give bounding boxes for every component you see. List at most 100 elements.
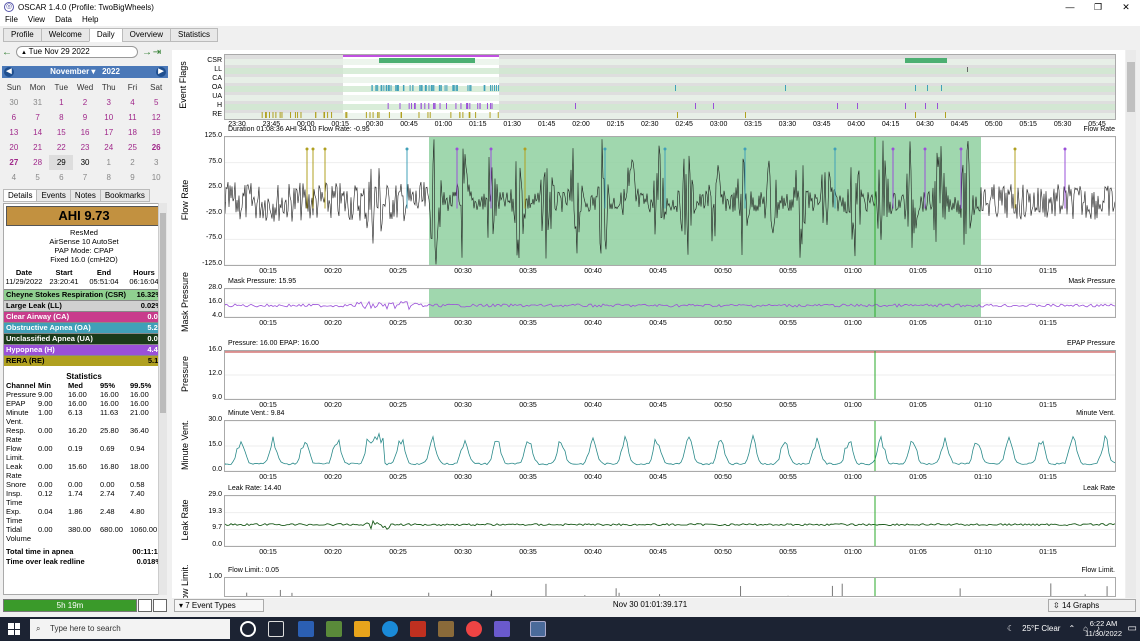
- calendar-day-selected[interactable]: 29: [49, 155, 74, 170]
- tab-notes[interactable]: Notes: [69, 189, 101, 202]
- calendar-day[interactable]: 19: [144, 125, 168, 140]
- calendar-day[interactable]: 22: [49, 140, 73, 155]
- windows-start-icon[interactable]: [8, 623, 20, 635]
- calendar-day[interactable]: 17: [97, 125, 121, 140]
- graphs-scrollbar[interactable]: [1126, 50, 1136, 598]
- event-summary-row[interactable]: Large Leak (LL) 0.02%: [4, 300, 164, 311]
- next-day-arrow-icon[interactable]: →: [142, 47, 152, 58]
- calendar-day[interactable]: 13: [2, 125, 26, 140]
- calendar-day[interactable]: 2: [73, 95, 97, 110]
- calendar-day[interactable]: 6: [2, 110, 26, 125]
- app-icon-6[interactable]: [438, 621, 454, 637]
- word-icon[interactable]: [298, 621, 314, 637]
- tab-welcome[interactable]: Welcome: [40, 28, 90, 42]
- calendar-day[interactable]: 28: [26, 155, 50, 170]
- calendar-month[interactable]: November: [50, 67, 89, 76]
- restore-icon[interactable]: ❐: [1084, 0, 1112, 14]
- next-month-icon[interactable]: ▶: [156, 67, 166, 77]
- calendar-day[interactable]: 4: [121, 95, 145, 110]
- layout-button-1[interactable]: [138, 599, 152, 612]
- calendar-year[interactable]: 2022: [102, 67, 120, 76]
- calendar-day[interactable]: 9: [121, 170, 145, 185]
- tab-statistics[interactable]: Statistics: [170, 28, 219, 42]
- prev-month-icon[interactable]: ◀: [4, 67, 14, 77]
- event-summary-row[interactable]: RERA (RE) 5.11: [4, 355, 164, 366]
- date-picker[interactable]: ▲ Tue Nov 29 2022: [16, 46, 138, 58]
- calendar-day[interactable]: 5: [26, 170, 50, 185]
- calendar-day[interactable]: 2: [121, 155, 145, 170]
- event-summary-row[interactable]: Unclassified Apnea (UA) 0.00: [4, 333, 164, 344]
- tab-details[interactable]: Details: [3, 189, 38, 202]
- minimize-icon[interactable]: —: [1056, 0, 1084, 14]
- taskbar-search[interactable]: ⌕ Type here to search: [30, 619, 230, 639]
- graph-plot[interactable]: [224, 420, 1116, 472]
- calendar-day[interactable]: 14: [26, 125, 50, 140]
- graphs-scroll-thumb[interactable]: [1127, 62, 1135, 112]
- app-icon-8[interactable]: [494, 621, 510, 637]
- event-summary-row[interactable]: Clear Airway (CA) 0.00: [4, 311, 164, 322]
- calendar-day[interactable]: 8: [97, 170, 121, 185]
- menu-help[interactable]: Help: [77, 14, 103, 26]
- tab-overview[interactable]: Overview: [121, 28, 172, 42]
- calendar-day[interactable]: 4: [2, 170, 26, 185]
- app-icon-3[interactable]: [354, 621, 370, 637]
- tray-chevron-icon[interactable]: ⌃: [1068, 617, 1075, 641]
- graph-plot[interactable]: [224, 288, 1116, 318]
- calendar-day[interactable]: 11: [121, 110, 145, 125]
- event-types-dropdown[interactable]: ▾ 7 Event Types: [174, 599, 264, 612]
- calendar-toggle-icon[interactable]: ▲: [21, 50, 29, 56]
- graph-plot[interactable]: [224, 350, 1116, 400]
- event-summary-row[interactable]: Obstructive Apnea (OA) 5.27: [4, 322, 164, 333]
- menu-file[interactable]: File: [0, 14, 23, 26]
- chrome-icon[interactable]: [466, 621, 482, 637]
- event-summary-row[interactable]: Cheyne Stokes Respiration (CSR) 16.32%: [4, 289, 164, 300]
- last-day-arrow-icon[interactable]: ⇥: [152, 47, 162, 58]
- calendar-day[interactable]: 26: [144, 140, 168, 155]
- calendar-day[interactable]: 12: [144, 110, 168, 125]
- calendar-day[interactable]: 10: [144, 170, 168, 185]
- left-scrollbar[interactable]: [158, 203, 167, 595]
- calendar-day[interactable]: 31: [26, 95, 50, 110]
- cortana-icon[interactable]: [240, 621, 256, 637]
- close-icon[interactable]: ✕: [1112, 0, 1140, 14]
- tab-profile[interactable]: Profile: [3, 28, 42, 42]
- calendar-day[interactable]: 21: [26, 140, 50, 155]
- graph-plot[interactable]: [224, 495, 1116, 547]
- calendar-day[interactable]: 8: [49, 110, 73, 125]
- app-icon-5[interactable]: [410, 621, 426, 637]
- calendar-day[interactable]: 23: [73, 140, 97, 155]
- calendar-day[interactable]: 27: [2, 155, 26, 170]
- oscar-taskbar-icon[interactable]: [530, 621, 546, 637]
- edge-icon[interactable]: [382, 621, 398, 637]
- calendar-day[interactable]: 5: [144, 95, 168, 110]
- notification-icon[interactable]: ▭: [1128, 623, 1137, 634]
- calendar-day[interactable]: 7: [26, 110, 50, 125]
- calendar-day[interactable]: 1: [97, 155, 121, 170]
- calendar-day[interactable]: 30: [73, 155, 97, 170]
- calendar-day[interactable]: 16: [73, 125, 97, 140]
- task-view-icon[interactable]: [268, 621, 284, 637]
- calendar-day[interactable]: 9: [73, 110, 97, 125]
- menu-view[interactable]: View: [23, 14, 50, 26]
- calendar-day[interactable]: 20: [2, 140, 26, 155]
- calendar-day[interactable]: 6: [49, 170, 73, 185]
- prev-day-arrow-icon[interactable]: ←: [2, 47, 12, 58]
- calendar-day[interactable]: 7: [73, 170, 97, 185]
- menu-data[interactable]: Data: [50, 14, 77, 26]
- graph-plot[interactable]: [224, 136, 1116, 266]
- left-scroll-thumb[interactable]: [160, 213, 166, 413]
- tab-bookmarks[interactable]: Bookmarks: [99, 189, 150, 202]
- calendar-day[interactable]: 15: [49, 125, 73, 140]
- layout-button-2[interactable]: [153, 599, 167, 612]
- tab-events[interactable]: Events: [36, 189, 71, 202]
- graph-plot[interactable]: [224, 577, 1116, 597]
- event-summary-row[interactable]: Hypopnea (H) 4.47: [4, 344, 164, 355]
- calendar-day[interactable]: 30: [2, 95, 26, 110]
- app-icon-2[interactable]: [326, 621, 342, 637]
- event-flags-plot[interactable]: [224, 54, 1116, 120]
- calendar-day[interactable]: 10: [97, 110, 121, 125]
- calendar-day[interactable]: 1: [49, 95, 73, 110]
- graphs-dropdown[interactable]: ⇳ 14 Graphs: [1048, 599, 1136, 612]
- calendar-day[interactable]: 25: [121, 140, 145, 155]
- calendar-day[interactable]: 18: [121, 125, 145, 140]
